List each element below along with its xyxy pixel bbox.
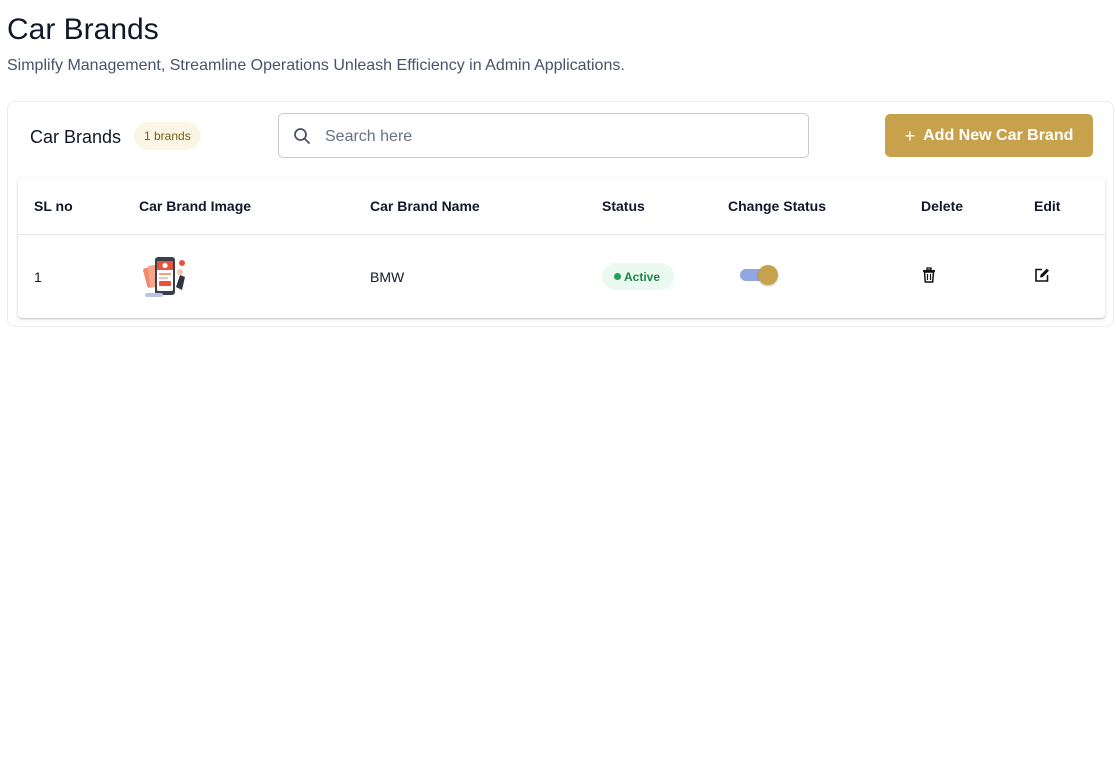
cell-change-status xyxy=(712,234,905,318)
column-header-name: Car Brand Name xyxy=(354,178,586,235)
column-header-image: Car Brand Image xyxy=(123,178,354,235)
table-row: 1 BMW Active xyxy=(18,234,1105,318)
page-header: Car Brands Simplify Management, Streamli… xyxy=(7,12,625,77)
status-badge: Active xyxy=(602,263,675,290)
cell-edit xyxy=(1018,234,1105,318)
status-toggle[interactable] xyxy=(740,265,780,285)
column-header-status: Status xyxy=(586,178,712,235)
brands-table: SL no Car Brand Image Car Brand Name Sta… xyxy=(18,178,1105,318)
column-header-edit: Edit xyxy=(1018,178,1105,235)
column-header-sl-no: SL no xyxy=(18,178,123,235)
brand-thumbnail-illustration xyxy=(143,256,185,297)
cell-sl-no: 1 xyxy=(34,268,42,285)
brands-card: Car Brands 1 brands + Add New Car Brand … xyxy=(7,101,1114,327)
add-car-brand-button[interactable]: + Add New Car Brand xyxy=(885,114,1093,157)
trash-icon[interactable] xyxy=(921,267,937,283)
status-dot-icon xyxy=(614,273,621,280)
search-icon xyxy=(294,128,310,144)
cell-image xyxy=(123,234,354,318)
edit-icon[interactable] xyxy=(1034,267,1050,283)
add-button-label: Add New Car Brand xyxy=(923,126,1074,144)
page-subtitle: Simplify Management, Streamline Operatio… xyxy=(7,57,625,74)
plus-icon: + xyxy=(904,125,916,146)
cell-delete xyxy=(905,234,1018,318)
status-badge-label: Active xyxy=(624,269,661,284)
column-header-delete: Delete xyxy=(905,178,1018,235)
search-box[interactable] xyxy=(278,113,809,159)
cell-status: Active xyxy=(586,234,712,318)
card-title: Car Brands xyxy=(30,127,122,147)
cell-brand-name: BMW xyxy=(370,268,405,285)
count-badge: 1 brands xyxy=(134,122,201,150)
table-header-row: SL no Car Brand Image Car Brand Name Sta… xyxy=(18,178,1105,235)
page-title: Car Brands xyxy=(7,13,159,46)
toggle-knob xyxy=(758,265,778,285)
column-header-change-status: Change Status xyxy=(712,178,905,235)
search-input[interactable] xyxy=(323,114,797,159)
